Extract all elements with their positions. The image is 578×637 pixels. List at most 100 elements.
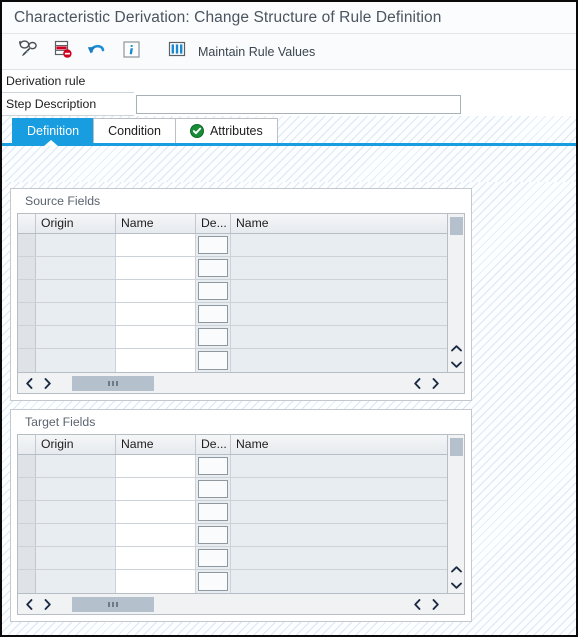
cell-name-2[interactable] <box>231 257 447 279</box>
target-vertical-scrollbar[interactable] <box>447 435 464 593</box>
scroll-right-start-icon[interactable] <box>38 595 56 613</box>
de-input-box[interactable] <box>198 480 228 498</box>
scroll-down-icon[interactable] <box>448 356 465 372</box>
tab-attributes[interactable]: Attributes <box>174 118 278 143</box>
cell-name-1[interactable] <box>116 570 196 593</box>
cell-origin[interactable] <box>36 547 116 569</box>
de-input-box[interactable] <box>198 236 228 254</box>
cell-name-2[interactable] <box>231 501 447 523</box>
cell-name-1[interactable] <box>116 234 196 256</box>
display-change-toggle-button[interactable] <box>12 37 46 67</box>
source-header-origin[interactable]: Origin <box>36 214 116 233</box>
source-header-name-1[interactable]: Name <box>116 214 196 233</box>
cell-de[interactable] <box>196 326 231 348</box>
cell-origin[interactable] <box>36 349 116 372</box>
de-input-box[interactable] <box>198 572 228 591</box>
cell-de[interactable] <box>196 547 231 569</box>
de-input-box[interactable] <box>198 305 228 323</box>
target-header-origin[interactable]: Origin <box>36 435 116 454</box>
de-input-box[interactable] <box>198 457 228 475</box>
cell-name-1[interactable] <box>116 349 196 372</box>
de-input-box[interactable] <box>198 549 228 567</box>
cell-de[interactable] <box>196 257 231 279</box>
table-row[interactable] <box>18 234 447 257</box>
scroll-right-end-icon[interactable] <box>426 595 444 613</box>
cell-name-1[interactable] <box>116 257 196 279</box>
cell-origin[interactable] <box>36 478 116 500</box>
table-row[interactable] <box>18 524 447 547</box>
de-input-box[interactable] <box>198 259 228 277</box>
cell-de[interactable] <box>196 455 231 477</box>
tab-condition[interactable]: Condition <box>93 118 176 143</box>
cell-de[interactable] <box>196 570 231 593</box>
row-selector[interactable] <box>18 234 36 256</box>
target-hscroll-thumb[interactable] <box>72 596 154 612</box>
row-selector[interactable] <box>18 501 36 523</box>
scroll-left-start-icon[interactable] <box>20 595 38 613</box>
scroll-right-end-icon[interactable] <box>426 374 444 392</box>
cell-name-2[interactable] <box>231 547 447 569</box>
cell-name-1[interactable] <box>116 280 196 302</box>
source-header-name-2[interactable]: Name <box>231 214 447 233</box>
table-row[interactable] <box>18 349 447 372</box>
maintain-rule-values-icon-slot[interactable] <box>160 37 194 67</box>
scroll-down-icon[interactable] <box>448 577 465 593</box>
source-hscroll-track[interactable] <box>62 375 402 391</box>
row-selector[interactable] <box>18 455 36 477</box>
cell-de[interactable] <box>196 501 231 523</box>
cell-de[interactable] <box>196 478 231 500</box>
scroll-up-icon[interactable] <box>448 340 465 356</box>
table-row[interactable] <box>18 570 447 593</box>
de-input-box[interactable] <box>198 526 228 544</box>
table-row[interactable] <box>18 280 447 303</box>
source-horizontal-scrollbar[interactable] <box>18 372 464 393</box>
cell-name-1[interactable] <box>116 524 196 546</box>
cell-de[interactable] <box>196 303 231 325</box>
scroll-right-start-icon[interactable] <box>38 374 56 392</box>
maintain-rule-values-button[interactable]: Maintain Rule Values <box>160 37 315 67</box>
cell-origin[interactable] <box>36 501 116 523</box>
cell-name-2[interactable] <box>231 326 447 348</box>
cell-name-2[interactable] <box>231 524 447 546</box>
row-selector[interactable] <box>18 547 36 569</box>
de-input-box[interactable] <box>198 328 228 346</box>
source-header-select[interactable] <box>18 214 36 233</box>
cell-origin[interactable] <box>36 234 116 256</box>
cell-name-2[interactable] <box>231 455 447 477</box>
cell-name-1[interactable] <box>116 326 196 348</box>
target-header-name-2[interactable]: Name <box>231 435 447 454</box>
maintain-rule-values-label[interactable]: Maintain Rule Values <box>198 45 315 59</box>
row-selector[interactable] <box>18 257 36 279</box>
cell-de[interactable] <box>196 524 231 546</box>
source-header-de[interactable]: De... <box>196 214 231 233</box>
undo-button[interactable] <box>80 37 114 67</box>
table-row[interactable] <box>18 455 447 478</box>
cell-name-1[interactable] <box>116 455 196 477</box>
scroll-left-start-icon[interactable] <box>20 374 38 392</box>
de-input-box[interactable] <box>198 351 228 370</box>
cell-origin[interactable] <box>36 455 116 477</box>
delete-row-button[interactable] <box>46 37 80 67</box>
scroll-left-end-icon[interactable] <box>408 374 426 392</box>
target-vscroll-thumb[interactable] <box>449 438 463 456</box>
cell-de[interactable] <box>196 280 231 302</box>
source-vertical-scrollbar[interactable] <box>447 214 464 372</box>
de-input-box[interactable] <box>198 503 228 521</box>
cell-origin[interactable] <box>36 524 116 546</box>
cell-name-2[interactable] <box>231 234 447 256</box>
step-description-input[interactable] <box>136 95 461 114</box>
table-row[interactable] <box>18 326 447 349</box>
scroll-left-end-icon[interactable] <box>408 595 426 613</box>
cell-de[interactable] <box>196 349 231 372</box>
row-selector[interactable] <box>18 280 36 302</box>
cell-origin[interactable] <box>36 303 116 325</box>
cell-origin[interactable] <box>36 280 116 302</box>
table-row[interactable] <box>18 547 447 570</box>
information-button[interactable] <box>114 37 148 67</box>
row-selector[interactable] <box>18 478 36 500</box>
cell-name-1[interactable] <box>116 547 196 569</box>
table-row[interactable] <box>18 478 447 501</box>
scroll-up-icon[interactable] <box>448 561 465 577</box>
source-vscroll-thumb[interactable] <box>449 217 463 235</box>
table-row[interactable] <box>18 257 447 280</box>
